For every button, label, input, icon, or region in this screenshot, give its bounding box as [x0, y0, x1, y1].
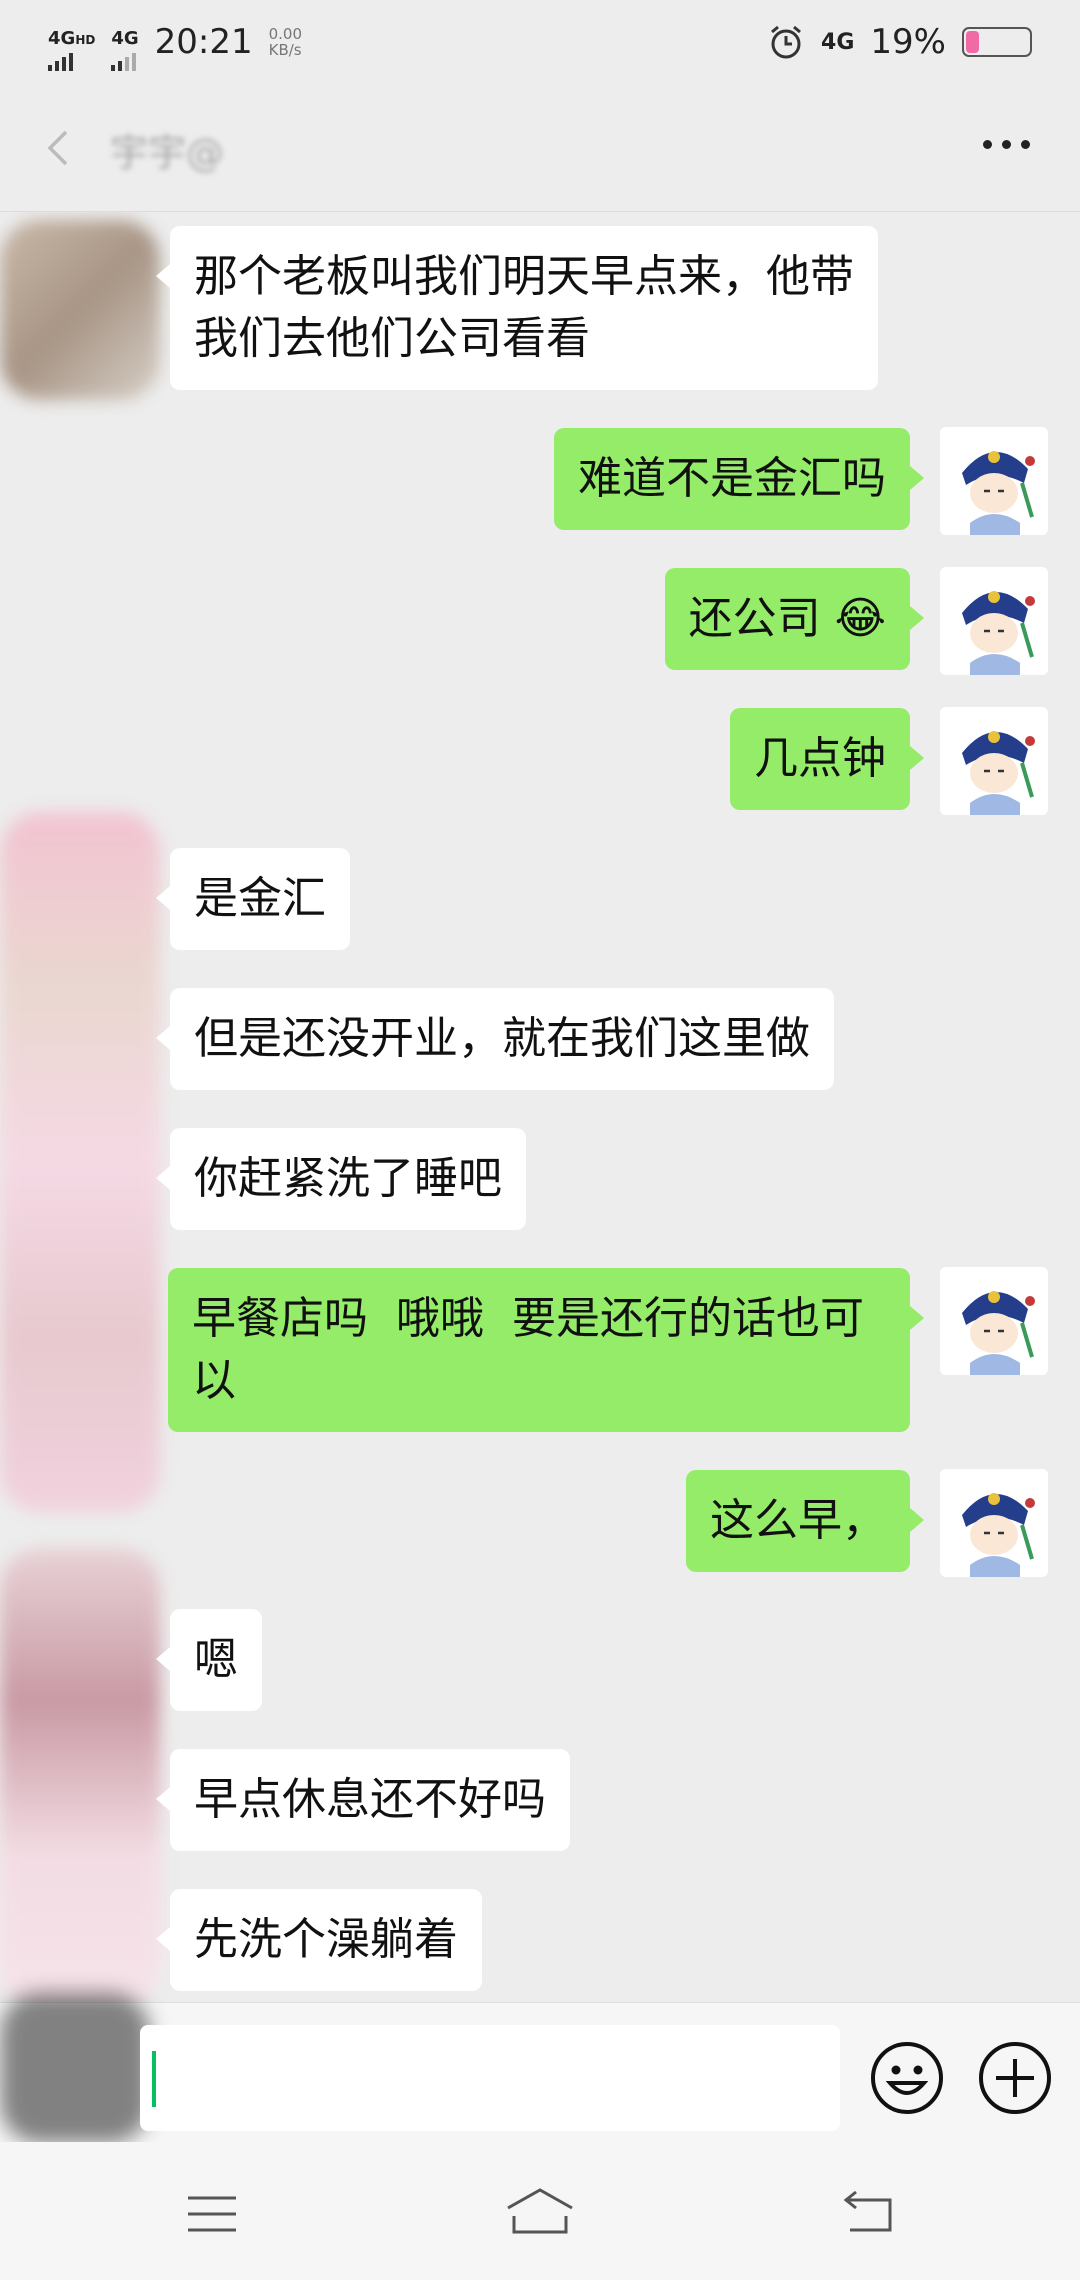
cartoon-avatar-icon: [940, 707, 1048, 815]
my-avatar[interactable]: [940, 427, 1048, 535]
menu-icon[interactable]: [186, 2194, 238, 2234]
signal-bars-icon: [48, 53, 95, 71]
message-bubble-incoming[interactable]: 早点休息还不好吗: [156, 1749, 570, 1851]
text-cursor: [152, 2051, 156, 2107]
network-type-label: 4G: [111, 28, 139, 49]
message-input[interactable]: [140, 2025, 840, 2131]
message-bubble-incoming[interactable]: 你赶紧洗了睡吧: [156, 1128, 526, 1230]
my-avatar[interactable]: [940, 1267, 1048, 1375]
cartoon-avatar-icon: [940, 427, 1048, 535]
wechat-chat-screen: 4GHD 4G 20:21 0.00 KB/s 4G 19% 宇宇@ 那个老板叫…: [0, 0, 1080, 2280]
back-nav-icon[interactable]: [842, 2188, 894, 2234]
clock: 20:21: [154, 22, 253, 62]
status-right: 4G 19%: [767, 22, 1032, 62]
contact-avatar[interactable]: [0, 812, 160, 1512]
contact-avatar[interactable]: [0, 1548, 160, 2002]
network-hd-label: HD: [75, 33, 96, 47]
message-list[interactable]: 那个老板叫我们明天早点来，他带 我们去他们公司看看 难道不是金汇吗 还公司 😂 …: [0, 212, 1080, 2002]
emoji-icon[interactable]: [868, 2039, 946, 2117]
cartoon-avatar-icon: [940, 1267, 1048, 1375]
home-icon[interactable]: [504, 2186, 576, 2236]
chat-title: 宇宇@: [110, 131, 225, 175]
contact-avatar: [0, 1993, 150, 2143]
my-avatar[interactable]: [940, 1469, 1048, 1577]
battery-icon: [962, 27, 1032, 57]
battery-level-fill: [966, 31, 979, 53]
more-options-icon[interactable]: [983, 140, 1030, 149]
signal-indicator-2: 4G: [111, 13, 139, 71]
message-bubble-outgoing[interactable]: 难道不是金汇吗: [554, 428, 924, 530]
my-avatar[interactable]: [940, 567, 1048, 675]
message-bubble-incoming[interactable]: 是金汇: [156, 848, 350, 950]
message-bubble-outgoing[interactable]: 还公司 😂: [664, 568, 925, 670]
message-bubble-outgoing[interactable]: 几点钟: [730, 708, 924, 810]
alarm-clock-icon: [771, 25, 802, 59]
system-nav-bar: [0, 2142, 1080, 2280]
message-bubble-incoming[interactable]: 那个老板叫我们明天早点来，他带 我们去他们公司看看: [156, 226, 878, 390]
message-bubble-incoming[interactable]: 先洗个澡躺着: [156, 1889, 482, 1991]
net-speed: 0.00 KB/s: [269, 26, 302, 58]
chat-input-bar: [0, 1993, 1080, 2143]
cartoon-avatar-icon: [940, 567, 1048, 675]
network-type-label: 4G: [821, 29, 855, 55]
status-left: 4GHD 4G 20:21 0.00 KB/s: [48, 13, 302, 71]
chat-header: 宇宇@: [0, 84, 1080, 212]
message-bubble-incoming[interactable]: 但是还没开业，就在我们这里做: [156, 988, 834, 1090]
network-type-label: 4G: [48, 28, 76, 49]
net-speed-value: 0.00: [268, 25, 303, 43]
message-bubble-outgoing[interactable]: 早餐店吗 哦哦 要是还行的话也可 以: [168, 1268, 924, 1432]
my-avatar[interactable]: [940, 707, 1048, 815]
back-icon[interactable]: [40, 128, 80, 168]
cartoon-avatar-icon: [940, 1469, 1048, 1577]
status-bar: 4GHD 4G 20:21 0.00 KB/s 4G 19%: [0, 0, 1080, 84]
contact-avatar[interactable]: [0, 220, 160, 400]
plus-icon[interactable]: [976, 2039, 1054, 2117]
signal-indicator-1: 4GHD: [48, 13, 95, 71]
net-speed-unit: KB/s: [268, 41, 302, 59]
message-bubble-outgoing[interactable]: 这么早，: [686, 1470, 924, 1572]
signal-bars-icon: [111, 53, 138, 71]
battery-percent: 19%: [870, 22, 946, 62]
message-bubble-incoming[interactable]: 嗯: [156, 1609, 262, 1711]
